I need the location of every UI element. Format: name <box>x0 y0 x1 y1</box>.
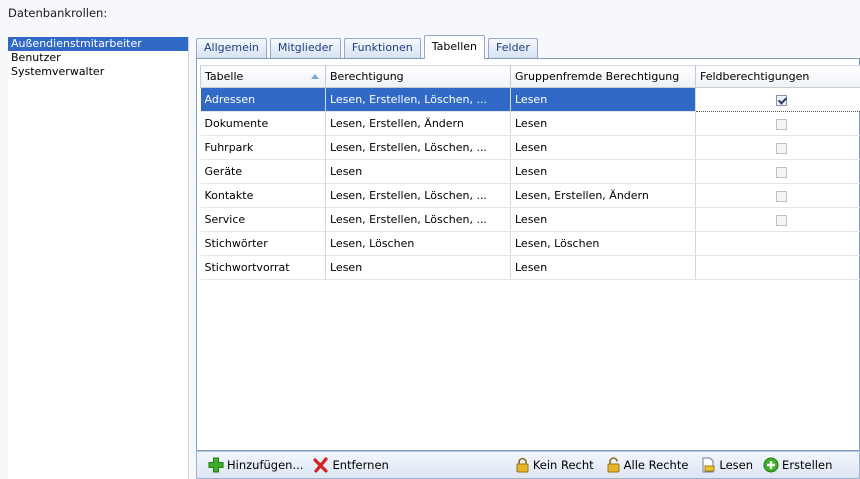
foreign-permission-cell: Lesen <box>510 87 696 112</box>
create-button[interactable]: Erstellen <box>760 454 835 476</box>
bottom-toolbar: Hinzufügen... Entfernen Kein Recht Alle … <box>196 451 860 479</box>
remove-x-icon <box>313 457 329 473</box>
role-item-label: Außendienstmitarbeiter <box>11 37 142 50</box>
table-name-cell: Kontakte <box>200 183 326 208</box>
foreign-permission-cell: Lesen, Erstellen, Ändern <box>510 183 696 208</box>
field-permission-checkbox[interactable] <box>775 142 787 154</box>
role-item-label: Benutzer <box>11 51 61 64</box>
no-right-button[interactable]: Kein Recht <box>512 454 597 476</box>
permission-cell: Lesen, Erstellen, Löschen, ... <box>325 207 511 232</box>
foreign-permission-cell: Lesen <box>510 255 696 280</box>
foreign-permission-cell: Lesen <box>510 135 696 160</box>
add-plus-icon <box>208 457 224 473</box>
table-row[interactable]: Dokumente Lesen, Erstellen, Ändern Lesen <box>200 111 860 136</box>
foreign-permission-cell: Lesen <box>510 159 696 184</box>
field-permission-checkbox[interactable] <box>775 118 787 130</box>
table-name-cell: Geräte <box>200 159 326 184</box>
table-row[interactable]: Stichwörter Lesen, Löschen Lesen, Löschen <box>200 231 860 256</box>
create-plus-circle-icon <box>763 457 779 473</box>
document-read-icon <box>702 457 715 473</box>
permission-cell: Lesen, Erstellen, Löschen, ... <box>325 135 511 160</box>
create-button-label: Erstellen <box>782 458 833 472</box>
field-permission-cell <box>695 183 860 208</box>
read-button[interactable]: Lesen <box>697 454 756 476</box>
table-name-cell: Service <box>200 207 326 232</box>
tab-tabellen[interactable]: Tabellen <box>423 35 486 59</box>
column-header-feldberechtigungen[interactable]: Feldberechtigungen <box>695 65 860 88</box>
column-header-berechtigung[interactable]: Berechtigung <box>325 65 511 88</box>
table-row[interactable]: Geräte Lesen Lesen <box>200 159 860 184</box>
lock-open-icon <box>607 457 620 473</box>
tables-grid-panel: Tabelle Berechtigung Gruppenfremde Berec… <box>196 58 860 451</box>
tab-mitglieder[interactable]: Mitglieder <box>269 38 341 58</box>
column-header-gruppenfremde-berechtigung[interactable]: Gruppenfremde Berechtigung <box>510 65 696 88</box>
read-button-label: Lesen <box>719 458 754 472</box>
field-permission-cell <box>695 159 860 184</box>
table-name-cell: Stichwortvorrat <box>200 255 326 280</box>
table-row[interactable]: Kontakte Lesen, Erstellen, Löschen, ... Le… <box>200 183 860 208</box>
remove-button-label: Entfernen <box>332 458 389 472</box>
field-permission-cell <box>695 111 860 136</box>
table-name-cell: Fuhrpark <box>200 135 326 160</box>
permission-cell: Lesen <box>325 255 511 280</box>
column-header-tabelle[interactable]: Tabelle <box>200 65 326 88</box>
roles-label: Datenbankrollen: <box>8 6 108 20</box>
field-permission-checkbox[interactable] <box>775 214 787 226</box>
permission-cell: Lesen <box>325 159 511 184</box>
table-row[interactable]: Stichwortvorrat Lesen Lesen <box>200 255 860 280</box>
field-permission-cell <box>695 87 860 112</box>
remove-button[interactable]: Entfernen <box>310 454 391 476</box>
no-right-label: Kein Recht <box>532 458 594 472</box>
permission-cell: Lesen, Erstellen, Ändern <box>325 111 511 136</box>
role-item[interactable]: Systemverwalter <box>8 65 188 79</box>
field-permission-checkbox[interactable] <box>775 190 787 202</box>
foreign-permission-cell: Lesen <box>510 111 696 136</box>
tab-bar: Allgemein Mitglieder Funktionen Tabellen… <box>196 34 541 59</box>
field-permission-checkbox[interactable] <box>775 166 787 178</box>
table-row[interactable]: Fuhrpark Lesen, Erstellen, Löschen, ... Le… <box>200 135 860 160</box>
table-header-row: Tabelle Berechtigung Gruppenfremde Berec… <box>200 65 860 88</box>
field-permission-cell <box>695 207 860 232</box>
field-permission-checkbox[interactable] <box>775 94 787 106</box>
table-name-cell: Dokumente <box>200 111 326 136</box>
role-item[interactable]: Außendienstmitarbeiter <box>8 37 188 51</box>
tab-allgemein[interactable]: Allgemein <box>196 38 267 58</box>
table-row[interactable]: Adressen Lesen, Erstellen, Löschen, ... Le… <box>200 87 860 112</box>
permission-cell: Lesen, Erstellen, Löschen, ... <box>325 183 511 208</box>
foreign-permission-cell: Lesen <box>510 207 696 232</box>
foreign-permission-cell: Lesen, Löschen <box>510 231 696 256</box>
roles-list[interactable]: Außendienstmitarbeiter Benutzer Systemve… <box>8 37 189 479</box>
sort-ascending-icon <box>311 74 319 79</box>
field-permission-cell <box>695 135 860 160</box>
permission-cell: Lesen, Löschen <box>325 231 511 256</box>
tab-felder[interactable]: Felder <box>488 38 538 58</box>
all-rights-button[interactable]: Alle Rechte <box>603 454 692 476</box>
permission-cell: Lesen, Erstellen, Löschen, ... <box>325 87 511 112</box>
role-item[interactable]: Benutzer <box>8 51 188 65</box>
table-row[interactable]: Service Lesen, Erstellen, Löschen, ... Les… <box>200 207 860 232</box>
add-button-label: Hinzufügen... <box>227 458 304 472</box>
table-body: Adressen Lesen, Erstellen, Löschen, ... Le… <box>200 87 860 280</box>
table-name-cell: Stichwörter <box>200 231 326 256</box>
lock-closed-icon <box>516 457 529 473</box>
column-header-label: Tabelle <box>205 70 244 83</box>
table-name-cell: Adressen <box>200 87 326 112</box>
role-item-label: Systemverwalter <box>11 65 105 78</box>
permissions-table: Tabelle Berechtigung Gruppenfremde Berec… <box>200 65 860 280</box>
tab-funktionen[interactable]: Funktionen <box>343 38 421 58</box>
all-rights-label: Alle Rechte <box>623 458 689 472</box>
field-permission-cell <box>695 231 860 256</box>
add-button[interactable]: Hinzufügen... <box>205 454 306 476</box>
field-permission-cell <box>695 255 860 280</box>
